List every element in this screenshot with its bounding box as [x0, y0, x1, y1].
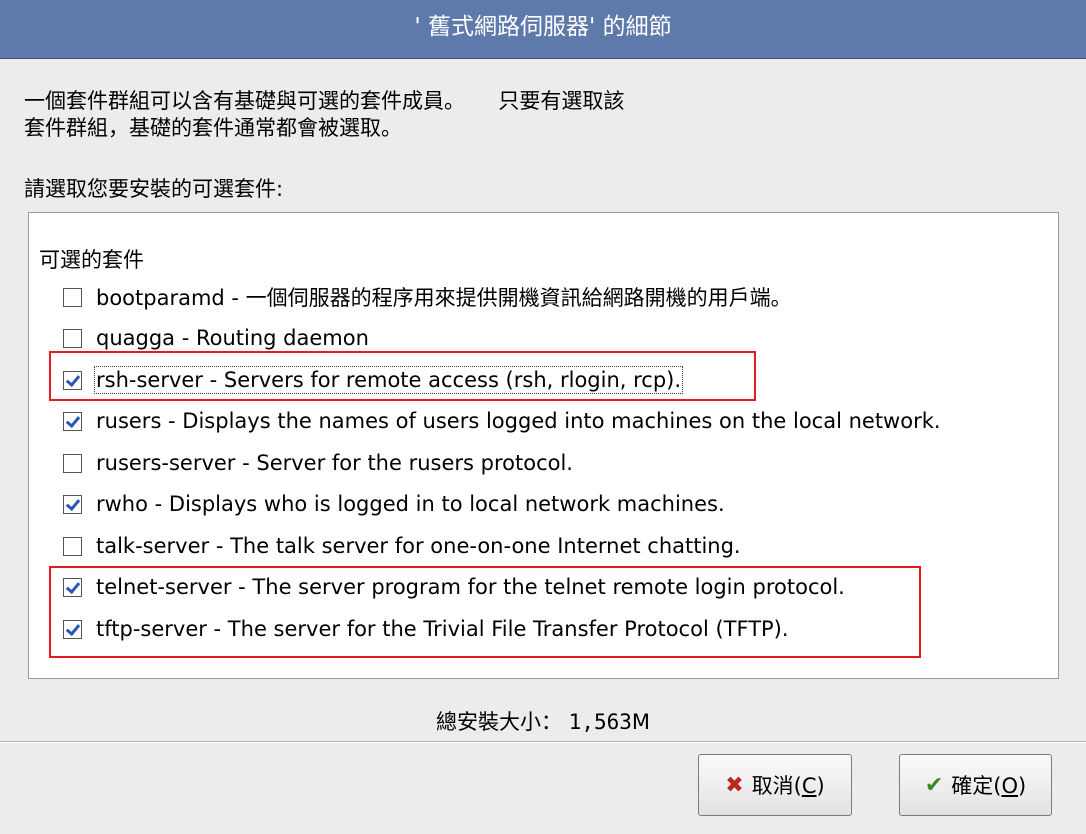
- package-label: rsh-server - Servers for remote access (…: [93, 366, 684, 394]
- group-label: 可選的套件: [39, 248, 144, 272]
- red-x-icon: ✖: [725, 772, 744, 798]
- checkbox[interactable]: [63, 453, 82, 473]
- checkbox[interactable]: [63, 370, 82, 390]
- package-row-bootparamd[interactable]: bootparamd - 一個伺服器的程序用來提供開機資訊給網路開機的用戶端。: [63, 282, 792, 312]
- total-size-label: 總安裝大小：: [435, 710, 562, 734]
- package-row-talk-server[interactable]: talk-server - The talk server for one-on…: [63, 531, 741, 561]
- checkbox[interactable]: [63, 328, 82, 348]
- select-prompt: 請選取您要安裝的可選套件:: [24, 177, 284, 201]
- package-row-quagga[interactable]: quagga - Routing daemon: [63, 323, 369, 353]
- checkbox[interactable]: [63, 494, 82, 514]
- total-install-size: 總安裝大小： 1,563M: [0, 706, 1086, 736]
- separator: [0, 741, 1086, 743]
- checkbox[interactable]: [63, 577, 82, 597]
- window-title: ' 舊式網路伺服器' 的細節: [414, 14, 672, 40]
- intro-text: 一個套件群組可以含有基礎與可選的套件成員。 只要有選取該 套件群組，基礎的套件通…: [24, 88, 1024, 142]
- checkbox[interactable]: [63, 411, 82, 431]
- package-label: talk-server - The talk server for one-on…: [96, 534, 741, 558]
- total-size-unit: M: [631, 710, 651, 734]
- package-label: rwho - Displays who is logged in to loca…: [96, 492, 725, 516]
- package-label: telnet-server - The server program for t…: [96, 575, 845, 599]
- package-label: rusers - Displays the names of users log…: [96, 409, 941, 433]
- intro-line-1: 一個套件群組可以含有基礎與可選的套件成員。 只要有選取該: [24, 89, 625, 113]
- package-list[interactable]: 可選的套件 bootparamd - 一個伺服器的程序用來提供開機資訊給網路開機…: [28, 212, 1059, 679]
- intro-line-2: 套件群組，基礎的套件通常都會被選取。: [24, 116, 402, 140]
- package-row-rsh-server[interactable]: rsh-server - Servers for remote access (…: [63, 365, 684, 395]
- package-row-rwho[interactable]: rwho - Displays who is logged in to loca…: [63, 489, 725, 519]
- package-label: quagga - Routing daemon: [96, 326, 369, 350]
- checkbox[interactable]: [63, 287, 82, 307]
- package-label: bootparamd - 一個伺服器的程序用來提供開機資訊給網路開機的用戶端。: [96, 286, 792, 310]
- package-row-telnet-server[interactable]: telnet-server - The server program for t…: [63, 572, 845, 602]
- package-row-rusers[interactable]: rusers - Displays the names of users log…: [63, 406, 941, 436]
- ok-button[interactable]: ✔ 確定(O): [899, 754, 1052, 816]
- green-check-icon: ✔: [924, 772, 944, 798]
- title-bar: ' 舊式網路伺服器' 的細節: [0, 0, 1086, 59]
- ok-text: 確定(O): [951, 774, 1027, 798]
- package-label: rusers-server - Server for the rusers pr…: [96, 451, 573, 475]
- package-row-tftp-server[interactable]: tftp-server - The server for the Trivial…: [63, 614, 789, 644]
- cancel-button[interactable]: ✖ 取消(C): [698, 754, 852, 816]
- cancel-text: 取消(C): [751, 774, 825, 798]
- total-size-value: 1,563: [568, 710, 632, 734]
- checkbox[interactable]: [63, 536, 82, 556]
- checkbox[interactable]: [63, 619, 82, 639]
- package-row-rusers-server[interactable]: rusers-server - Server for the rusers pr…: [63, 448, 573, 478]
- package-label: tftp-server - The server for the Trivial…: [96, 617, 789, 641]
